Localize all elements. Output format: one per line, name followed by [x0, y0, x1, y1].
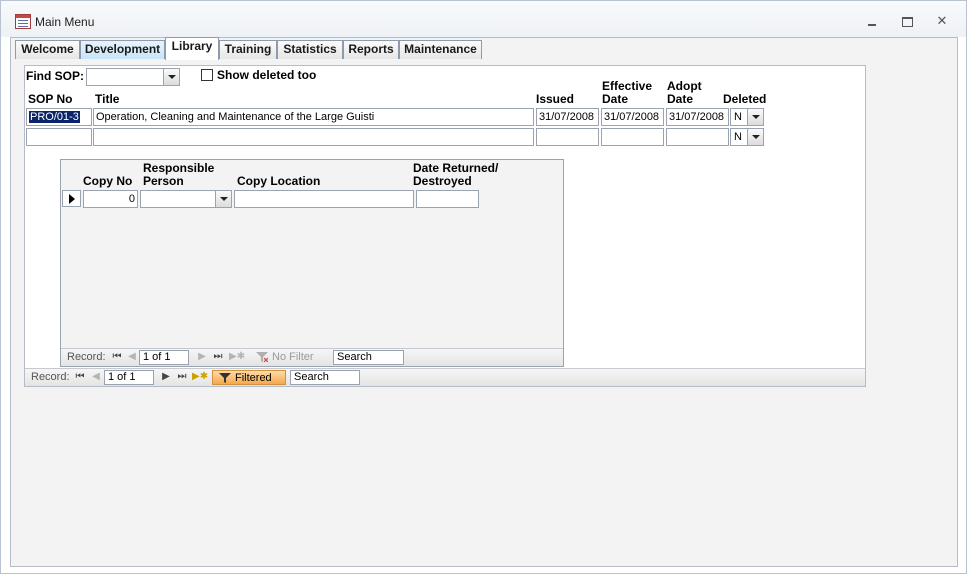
record-label: Record:	[67, 351, 106, 363]
show-deleted-checkbox[interactable]	[201, 69, 213, 81]
date-returned-field[interactable]	[416, 190, 479, 208]
sop-no-field[interactable]: PRO/01-3	[26, 108, 92, 126]
next-record-icon[interactable]: ▶	[197, 351, 207, 362]
filter-status-label: Filtered	[235, 372, 272, 384]
col-date-returned-line2: Destroyed	[413, 174, 472, 188]
no-filter-button[interactable]: No Filter	[250, 350, 330, 365]
col-issued: Issued	[536, 92, 575, 106]
tab-training[interactable]: Training	[219, 40, 277, 59]
record-selector-icon[interactable]	[62, 190, 81, 207]
search-box[interactable]: Search	[290, 370, 360, 385]
subform-navigation-bar: Record: ⏮ ◀ 1 of 1 ▶ ⏭ ▶✱ No Filter Sear…	[61, 348, 563, 366]
record-position-box[interactable]: 1 of 1	[104, 370, 154, 385]
record-label: Record:	[31, 371, 70, 383]
title-field[interactable]: Operation, Cleaning and Maintenance of t…	[93, 108, 534, 126]
find-sop-combo[interactable]	[86, 68, 180, 86]
window-title: Main Menu	[35, 15, 95, 29]
funnel-icon	[256, 352, 268, 362]
col-title: Title	[95, 92, 120, 106]
chevron-down-icon[interactable]	[747, 109, 763, 125]
last-record-icon[interactable]: ⏭	[213, 351, 223, 362]
next-record-icon[interactable]: ▶	[161, 371, 171, 382]
previous-record-icon[interactable]: ◀	[91, 371, 101, 382]
find-sop-label: Find SOP:	[26, 69, 84, 83]
issued-field[interactable]: 31/07/2008	[536, 108, 599, 126]
copies-subform: Copy No Responsible Person Copy Location…	[60, 159, 564, 367]
first-record-icon[interactable]: ⏮	[75, 371, 85, 382]
new-record-icon[interactable]: ▶✱	[229, 351, 245, 362]
adopt-date-field-new[interactable]	[666, 128, 729, 146]
main-navigation-bar: Record: ⏮ ◀ 1 of 1 ▶ ⏭ ▶✱ Filtered Searc…	[25, 368, 865, 386]
form-client-area: Welcome Development Library Training Sta…	[10, 37, 958, 567]
chevron-down-icon[interactable]	[163, 69, 179, 85]
new-record-icon[interactable]: ▶✱	[192, 371, 208, 382]
funnel-icon	[219, 373, 231, 383]
title-field-new[interactable]	[93, 128, 534, 146]
title-bar: Main Menu ✕	[1, 1, 966, 37]
first-record-icon[interactable]: ⏮	[112, 351, 122, 362]
tab-development[interactable]: Development	[80, 40, 165, 59]
close-icon[interactable]: ✕	[935, 14, 949, 27]
tab-statistics[interactable]: Statistics	[277, 40, 343, 59]
last-record-icon[interactable]: ⏭	[177, 371, 187, 382]
restore-icon[interactable]	[900, 15, 914, 27]
col-responsible-line2: Person	[143, 174, 184, 188]
show-deleted-label: Show deleted too	[217, 68, 317, 82]
adopt-date-field[interactable]: 31/07/2008	[666, 108, 729, 126]
tab-welcome[interactable]: Welcome	[15, 40, 80, 59]
main-menu-window: Main Menu ✕ Welcome Development Library …	[0, 0, 967, 574]
previous-record-icon[interactable]: ◀	[127, 351, 137, 362]
sop-no-field-new[interactable]	[26, 128, 92, 146]
filter-status-label: No Filter	[272, 351, 314, 363]
tab-reports[interactable]: Reports	[343, 40, 399, 59]
filtered-button[interactable]: Filtered	[212, 370, 286, 385]
copy-no-field[interactable]: 0	[83, 190, 138, 208]
issued-field-new[interactable]	[536, 128, 599, 146]
copy-location-field[interactable]	[234, 190, 414, 208]
library-panel: Find SOP: Show deleted too SOP No Title …	[24, 65, 866, 387]
form-icon	[15, 14, 31, 29]
tab-maintenance[interactable]: Maintenance	[399, 40, 482, 59]
minimize-icon[interactable]	[865, 15, 879, 27]
col-copy-no: Copy No	[83, 174, 133, 188]
effective-date-field[interactable]: 31/07/2008	[601, 108, 664, 126]
chevron-down-icon[interactable]	[747, 129, 763, 145]
col-effective-line2: Date	[602, 92, 629, 106]
responsible-person-combo[interactable]	[140, 190, 232, 208]
col-sop-no: SOP No	[28, 92, 73, 106]
chevron-down-icon[interactable]	[215, 191, 231, 207]
deleted-combo-new[interactable]: N	[730, 128, 764, 146]
record-position-box[interactable]: 1 of 1	[139, 350, 189, 365]
tab-library[interactable]: Library	[165, 37, 219, 60]
effective-date-field-new[interactable]	[601, 128, 664, 146]
deleted-combo[interactable]: N	[730, 108, 764, 126]
col-copy-location: Copy Location	[237, 174, 321, 188]
col-adopt-line2: Date	[667, 92, 694, 106]
search-box[interactable]: Search	[333, 350, 404, 365]
col-deleted: Deleted	[723, 92, 767, 106]
